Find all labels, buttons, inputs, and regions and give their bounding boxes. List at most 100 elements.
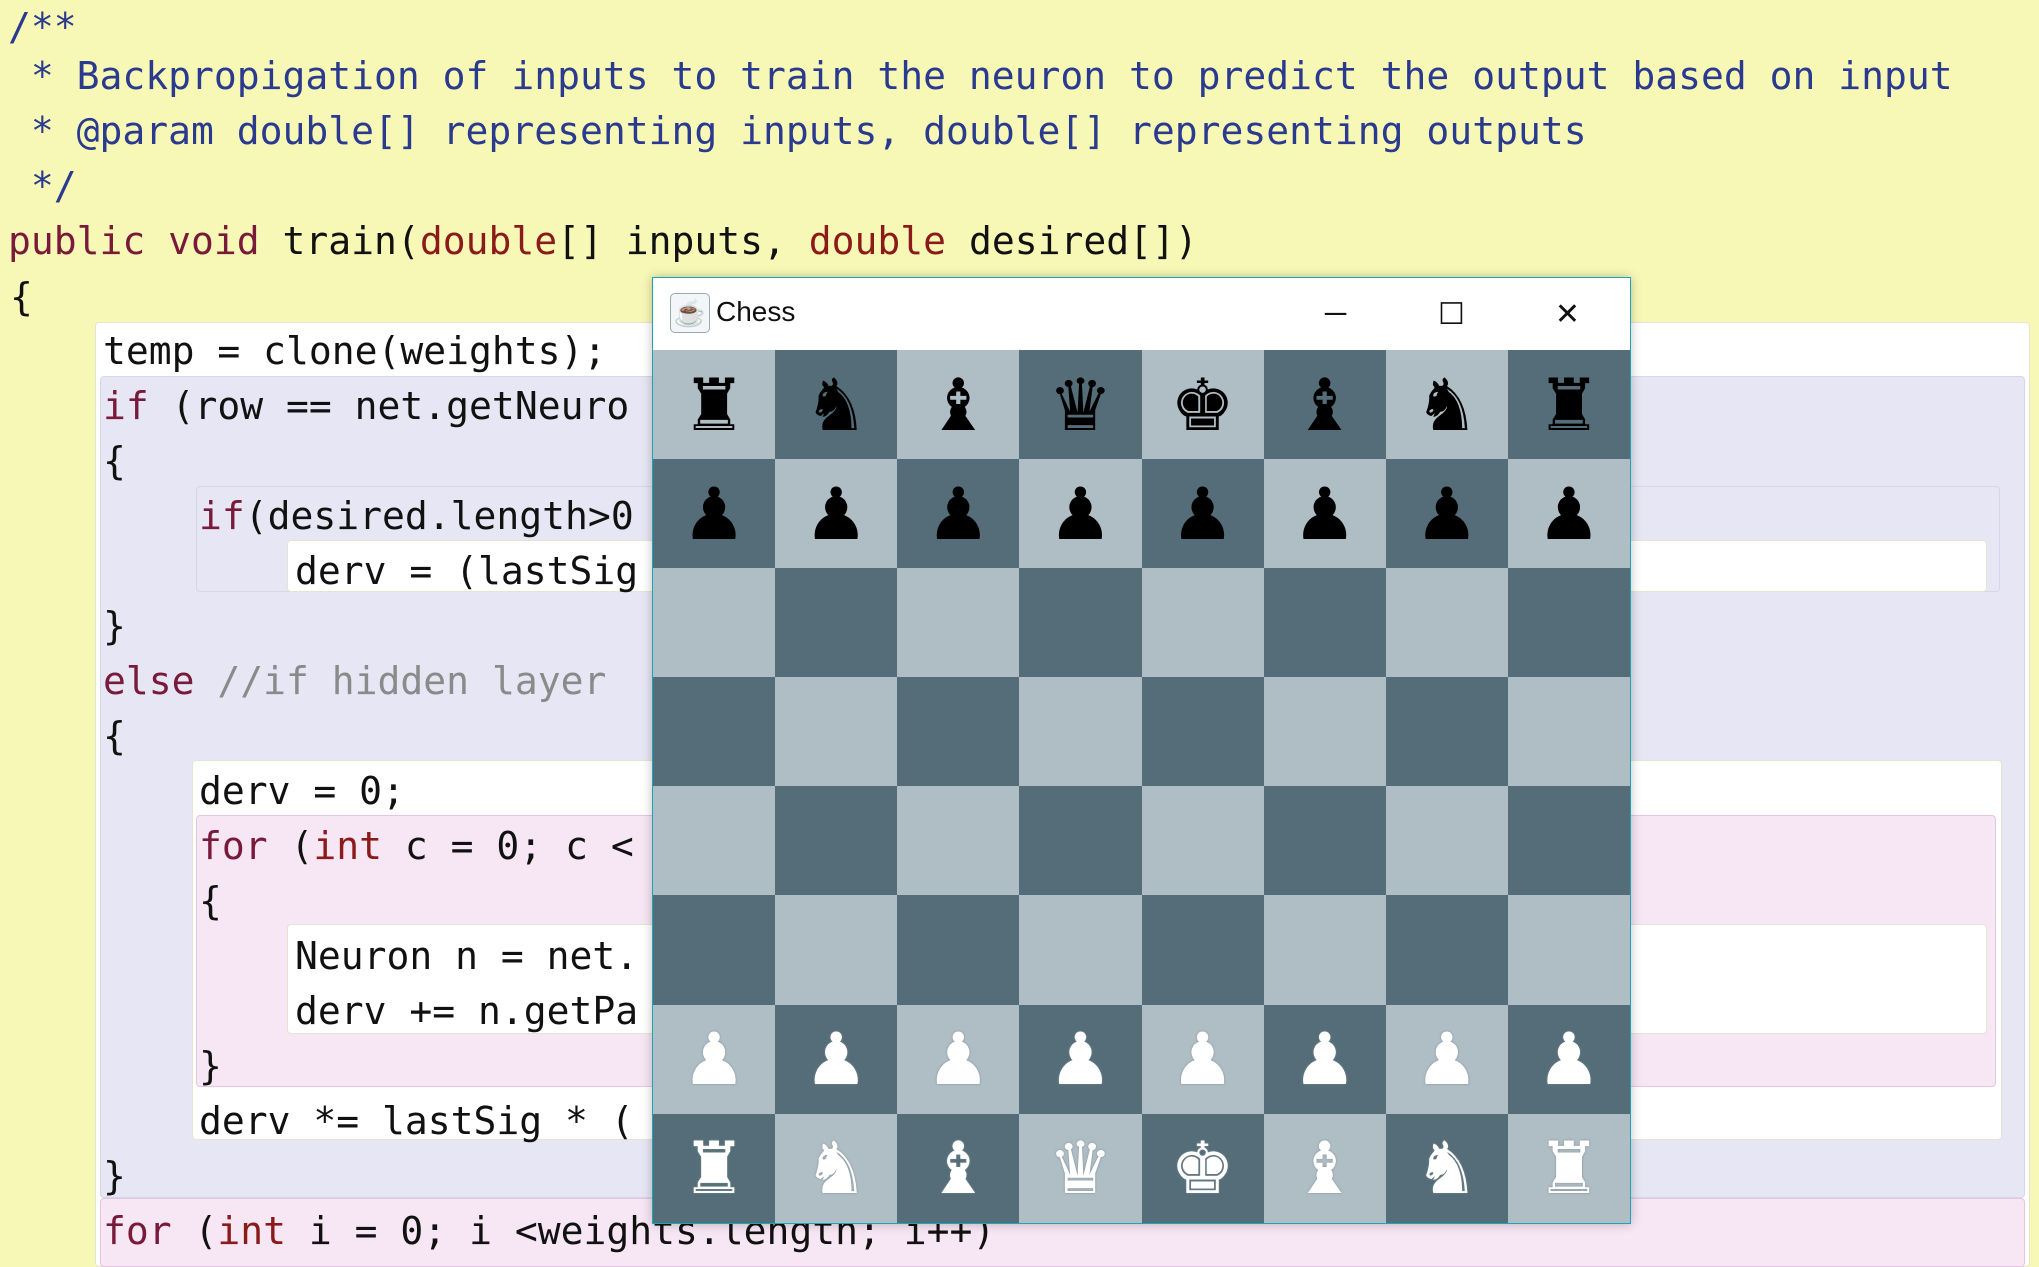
close-button[interactable]: ✕ (1510, 278, 1625, 350)
board-square[interactable]: ♝ (1263, 350, 1386, 460)
chess-piece[interactable]: ♟ (926, 1023, 991, 1095)
board-square[interactable]: ♟ (897, 1004, 1020, 1114)
chess-piece[interactable]: ♛ (1048, 1132, 1113, 1204)
board-square[interactable] (775, 568, 898, 678)
board-square[interactable] (1019, 895, 1142, 1005)
board-square[interactable]: ♟ (1507, 459, 1630, 569)
board-square[interactable] (653, 895, 776, 1005)
board-square[interactable] (653, 677, 776, 787)
board-square[interactable]: ♜ (1507, 350, 1630, 460)
board-square[interactable] (1141, 786, 1264, 896)
board-square[interactable]: ♟ (1019, 1004, 1142, 1114)
board-square[interactable] (1019, 568, 1142, 678)
board-square[interactable] (1141, 568, 1264, 678)
chess-piece[interactable]: ♟ (1537, 1023, 1602, 1095)
board-square[interactable] (1385, 677, 1508, 787)
board-square[interactable]: ♞ (1385, 350, 1508, 460)
board-square[interactable]: ♟ (1019, 459, 1142, 569)
board-square[interactable] (1507, 677, 1630, 787)
board-square[interactable] (653, 568, 776, 678)
chess-piece[interactable]: ♜ (682, 1132, 747, 1204)
chess-piece[interactable]: ♞ (1415, 369, 1480, 441)
chess-piece[interactable]: ♚ (1170, 1132, 1235, 1204)
board-square[interactable]: ♟ (1263, 1004, 1386, 1114)
board-square[interactable]: ♜ (653, 350, 776, 460)
board-square[interactable] (1507, 568, 1630, 678)
board-square[interactable] (1263, 786, 1386, 896)
chess-piece[interactable]: ♝ (1292, 1132, 1357, 1204)
board-square[interactable] (1385, 895, 1508, 1005)
board-square[interactable] (1263, 895, 1386, 1005)
board-square[interactable]: ♞ (775, 1113, 898, 1223)
maximize-button[interactable]: ☐ (1394, 278, 1509, 350)
title-bar[interactable]: ☕ Chess ─ ☐ ✕ (653, 278, 1630, 350)
board-square[interactable]: ♟ (775, 1004, 898, 1114)
board-square[interactable]: ♟ (1385, 459, 1508, 569)
board-square[interactable]: ♝ (897, 350, 1020, 460)
chess-piece[interactable]: ♟ (1537, 478, 1602, 550)
chess-piece[interactable]: ♟ (682, 1023, 747, 1095)
board-square[interactable] (1263, 568, 1386, 678)
board-square[interactable] (897, 568, 1020, 678)
board-square[interactable] (1263, 677, 1386, 787)
chess-piece[interactable]: ♝ (1292, 369, 1357, 441)
board-square[interactable] (1507, 895, 1630, 1005)
board-square[interactable] (1385, 568, 1508, 678)
board-square[interactable]: ♟ (653, 1004, 776, 1114)
board-square[interactable] (775, 895, 898, 1005)
chess-piece[interactable]: ♟ (1048, 478, 1113, 550)
chess-piece[interactable]: ♜ (1537, 369, 1602, 441)
board-square[interactable]: ♟ (653, 459, 776, 569)
board-square[interactable]: ♟ (1507, 1004, 1630, 1114)
board-square[interactable]: ♟ (1263, 459, 1386, 569)
board-square[interactable]: ♝ (1263, 1113, 1386, 1223)
board-square[interactable]: ♟ (1385, 1004, 1508, 1114)
board-square[interactable] (1019, 677, 1142, 787)
board-square[interactable] (897, 895, 1020, 1005)
board-square[interactable]: ♜ (1507, 1113, 1630, 1223)
board-square[interactable]: ♞ (775, 350, 898, 460)
chess-piece[interactable]: ♞ (1415, 1132, 1480, 1204)
board-square[interactable]: ♜ (653, 1113, 776, 1223)
chess-piece[interactable]: ♜ (1537, 1132, 1602, 1204)
board-square[interactable]: ♟ (1141, 1004, 1264, 1114)
chess-board[interactable]: ♜ ♞ ♝ ♛ ♚ ♝ ♞ ♜ ♟ ♟ ♟ ♟ ♟ ♟ ♟ ♟ ♟ ♟ ♟ ♟ ♟ ♟ ♟ ♟ ♜ ♞ ♝ ♛ ♚ ♝ ♞ ♜ (653, 350, 1630, 1223)
board-square[interactable] (1141, 895, 1264, 1005)
board-square[interactable]: ♟ (1141, 459, 1264, 569)
board-square[interactable]: ♚ (1141, 350, 1264, 460)
chess-piece[interactable]: ♜ (682, 369, 747, 441)
board-square[interactable]: ♛ (1019, 1113, 1142, 1223)
chess-piece[interactable]: ♝ (926, 1132, 991, 1204)
chess-piece[interactable]: ♟ (1292, 478, 1357, 550)
chess-window[interactable]: ☕ Chess ─ ☐ ✕ ♜ ♞ ♝ ♛ ♚ ♝ ♞ ♜ ♟ ♟ ♟ ♟ ♟ ♟ ♟ ♟ ♟ ♟ ♟ ♟ ♟ ♟ ♟ ♟ ♜ ♞… (652, 277, 1631, 1224)
chess-piece[interactable]: ♟ (1048, 1023, 1113, 1095)
chess-piece[interactable]: ♞ (804, 1132, 869, 1204)
board-square[interactable] (1019, 786, 1142, 896)
board-square[interactable] (775, 786, 898, 896)
chess-piece[interactable]: ♟ (1292, 1023, 1357, 1095)
board-square[interactable]: ♞ (1385, 1113, 1508, 1223)
chess-piece[interactable]: ♝ (926, 369, 991, 441)
chess-piece[interactable]: ♟ (1415, 478, 1480, 550)
chess-piece[interactable]: ♟ (804, 478, 869, 550)
board-square[interactable]: ♟ (897, 459, 1020, 569)
board-square[interactable] (1385, 786, 1508, 896)
board-square[interactable]: ♝ (897, 1113, 1020, 1223)
chess-piece[interactable]: ♞ (804, 369, 869, 441)
board-square[interactable]: ♟ (775, 459, 898, 569)
board-square[interactable] (775, 677, 898, 787)
chess-piece[interactable]: ♚ (1170, 369, 1235, 441)
chess-piece[interactable]: ♟ (1170, 1023, 1235, 1095)
chess-piece[interactable]: ♟ (804, 1023, 869, 1095)
chess-piece[interactable]: ♛ (1048, 369, 1113, 441)
board-square[interactable]: ♛ (1019, 350, 1142, 460)
chess-piece[interactable]: ♟ (926, 478, 991, 550)
board-square[interactable]: ♚ (1141, 1113, 1264, 1223)
chess-piece[interactable]: ♟ (682, 478, 747, 550)
board-square[interactable] (1141, 677, 1264, 787)
board-square[interactable] (653, 786, 776, 896)
chess-piece[interactable]: ♟ (1170, 478, 1235, 550)
minimize-button[interactable]: ─ (1278, 278, 1393, 350)
chess-piece[interactable]: ♟ (1415, 1023, 1480, 1095)
board-square[interactable] (897, 786, 1020, 896)
